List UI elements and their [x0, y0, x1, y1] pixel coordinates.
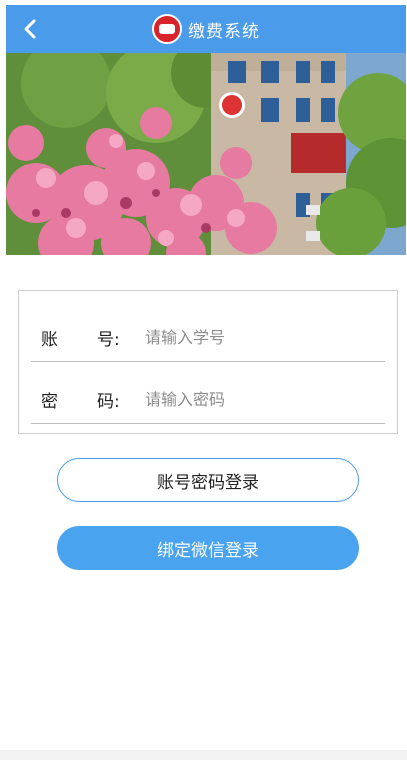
account-login-button[interactable]: 账号密码登录 — [57, 458, 359, 502]
account-label: 账号: — [41, 329, 120, 350]
app-header: 缴费系统 — [6, 5, 406, 53]
campus-banner-image — [6, 53, 406, 255]
bottom-bar — [0, 750, 407, 760]
login-form: 账号: 密码: — [18, 290, 398, 434]
page-title: 缴费系统 — [188, 21, 260, 42]
chevron-left-icon[interactable] — [20, 17, 42, 41]
password-label: 密码: — [41, 391, 120, 412]
school-emblem-icon — [152, 14, 182, 44]
wechat-bind-login-button[interactable]: 绑定微信登录 — [57, 526, 359, 570]
header-title-group: 缴费系统 — [152, 14, 260, 44]
password-input[interactable] — [145, 389, 365, 409]
password-row: 密码: — [31, 375, 385, 424]
account-row: 账号: — [31, 313, 385, 362]
account-input[interactable] — [145, 327, 365, 347]
